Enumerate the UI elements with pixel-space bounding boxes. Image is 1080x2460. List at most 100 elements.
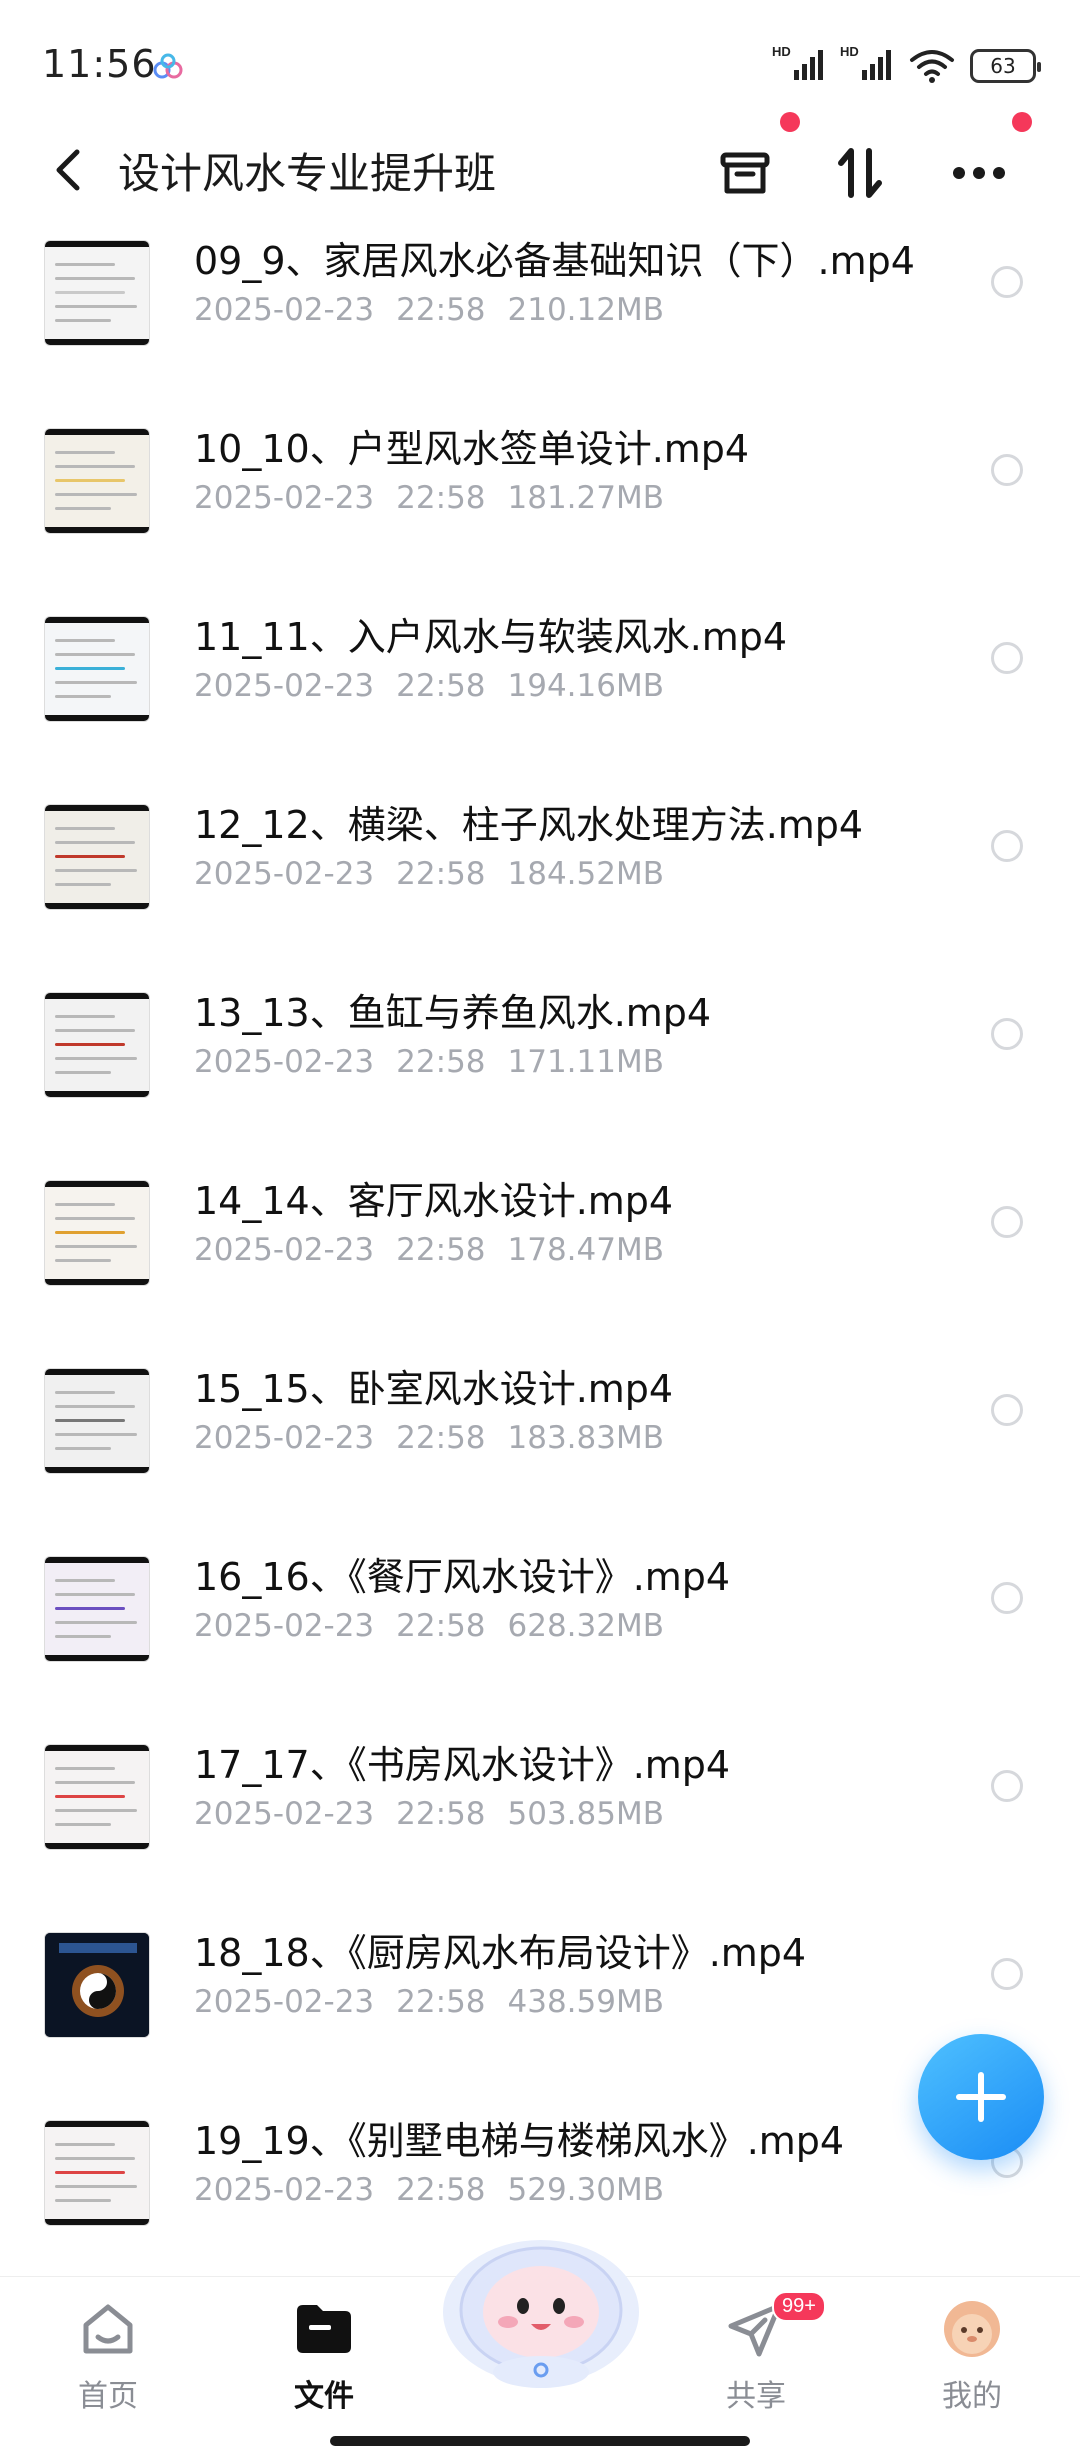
home-indicator[interactable] bbox=[330, 2436, 750, 2446]
file-size: 171.11MB bbox=[507, 1044, 664, 1080]
add-button[interactable] bbox=[918, 2034, 1044, 2160]
select-checkbox[interactable] bbox=[991, 830, 1023, 862]
file-row[interactable]: 10_10、户型风水签单设计.mp4 2025-02-23 22:58 181.27… bbox=[0, 408, 1080, 596]
file-size: 181.27MB bbox=[507, 480, 664, 516]
file-size: 628.32MB bbox=[507, 1608, 664, 1644]
select-checkbox[interactable] bbox=[991, 266, 1023, 298]
sort-icon bbox=[838, 148, 882, 198]
file-size: 438.59MB bbox=[507, 1984, 664, 2020]
file-meta: 2025-02-23 22:58 178.47MB bbox=[194, 1232, 686, 1268]
wifi-icon bbox=[910, 50, 954, 83]
more-icon bbox=[953, 167, 1005, 179]
file-name: 09_9、家居风水必备基础知识（下）.mp4 bbox=[194, 239, 915, 283]
file-name: 12_12、横梁、柱子风水处理方法.mp4 bbox=[194, 803, 864, 847]
nav-label-files: 文件 bbox=[294, 2379, 354, 2414]
archive-box-icon bbox=[720, 152, 770, 194]
status-bar: 11:56 HD HD 63 bbox=[0, 0, 1080, 140]
file-name: 13_13、鱼缸与养鱼风水.mp4 bbox=[194, 991, 712, 1035]
file-row[interactable]: 11_11、入户风水与软装风水.mp4 2025-02-23 22:58 194.1… bbox=[0, 596, 1080, 784]
file-date: 2025-02-23 bbox=[194, 856, 375, 892]
archive-button[interactable] bbox=[710, 138, 780, 208]
video-thumbnail bbox=[44, 616, 150, 722]
file-row[interactable]: 09_9、家居风水必备基础知识（下）.mp4 2025-02-23 22:58 21… bbox=[0, 220, 1080, 408]
cell-signal-icon: HD bbox=[840, 44, 894, 86]
plus-icon bbox=[956, 2072, 1006, 2122]
file-meta: 2025-02-23 22:58 181.27MB bbox=[194, 480, 686, 516]
nav-files[interactable]: 文件 bbox=[254, 2297, 394, 2417]
select-checkbox[interactable] bbox=[991, 454, 1023, 486]
file-meta: 2025-02-23 22:58 171.11MB bbox=[194, 1044, 686, 1080]
file-date: 2025-02-23 bbox=[194, 1984, 375, 2020]
file-time: 22:58 bbox=[396, 668, 486, 704]
video-thumbnail bbox=[44, 804, 150, 910]
header-bar: 设计风水专业提升班 bbox=[0, 112, 1080, 220]
file-row[interactable]: 16_16、《餐厅风水设计》.mp4 2025-02-23 22:58 628.32… bbox=[0, 1536, 1080, 1724]
file-browser-screen: 11:56 HD HD 63 设计风水专业提升班 09_9、家居风水必备基础知识… bbox=[0, 0, 1080, 2460]
video-thumbnail bbox=[44, 1180, 150, 1286]
file-name: 15_15、卧室风水设计.mp4 bbox=[194, 1367, 674, 1411]
file-date: 2025-02-23 bbox=[194, 292, 375, 328]
video-thumbnail bbox=[44, 992, 150, 1098]
notification-dot bbox=[780, 112, 800, 132]
video-thumbnail bbox=[44, 1744, 150, 1850]
select-checkbox[interactable] bbox=[991, 1018, 1023, 1050]
file-time: 22:58 bbox=[396, 1984, 486, 2020]
file-row[interactable]: 13_13、鱼缸与养鱼风水.mp4 2025-02-23 22:58 171.11M… bbox=[0, 972, 1080, 1160]
file-size: 210.12MB bbox=[507, 292, 664, 328]
notification-dot bbox=[1012, 112, 1032, 132]
cell-signal-icon: HD bbox=[772, 44, 826, 86]
file-meta: 2025-02-23 22:58 183.83MB bbox=[194, 1420, 686, 1456]
file-time: 22:58 bbox=[396, 1608, 486, 1644]
select-checkbox[interactable] bbox=[991, 1394, 1023, 1426]
nav-label-home: 首页 bbox=[78, 2379, 138, 2414]
select-checkbox[interactable] bbox=[991, 1582, 1023, 1614]
home-icon bbox=[76, 2297, 140, 2361]
file-size: 194.16MB bbox=[507, 668, 664, 704]
file-size: 503.85MB bbox=[507, 1796, 664, 1832]
file-date: 2025-02-23 bbox=[194, 2172, 375, 2208]
file-date: 2025-02-23 bbox=[194, 1044, 375, 1080]
file-date: 2025-02-23 bbox=[194, 1608, 375, 1644]
select-checkbox[interactable] bbox=[991, 1206, 1023, 1238]
share-badge: 99+ bbox=[772, 2291, 826, 2322]
file-time: 22:58 bbox=[396, 856, 486, 892]
file-name: 16_16、《餐厅风水设计》.mp4 bbox=[194, 1555, 731, 1599]
nav-home[interactable]: 首页 bbox=[38, 2297, 178, 2417]
back-button[interactable] bbox=[40, 142, 96, 198]
file-time: 22:58 bbox=[396, 2172, 486, 2208]
file-row[interactable]: 18_18、《厨房风水布局设计》.mp4 2025-02-23 22:58 438.… bbox=[0, 1912, 1080, 2100]
app-notification-icon bbox=[153, 53, 183, 79]
file-name: 11_11、入户风水与软装风水.mp4 bbox=[194, 615, 788, 659]
file-row[interactable]: 12_12、横梁、柱子风水处理方法.mp4 2025-02-23 22:58 184… bbox=[0, 784, 1080, 972]
chevron-left-icon bbox=[56, 149, 80, 191]
more-button[interactable] bbox=[944, 138, 1014, 208]
file-row[interactable]: 17_17、《书房风水设计》.mp4 2025-02-23 22:58 503.85… bbox=[0, 1724, 1080, 1912]
video-thumbnail bbox=[44, 1556, 150, 1662]
nav-share[interactable]: 99+ 共享 bbox=[686, 2291, 826, 2417]
sort-button[interactable] bbox=[826, 138, 896, 208]
page-title: 设计风水专业提升班 bbox=[118, 149, 497, 198]
file-time: 22:58 bbox=[396, 292, 486, 328]
file-meta: 2025-02-23 22:58 194.16MB bbox=[194, 668, 686, 704]
mascot-icon[interactable] bbox=[438, 2220, 644, 2390]
file-row[interactable]: 15_15、卧室风水设计.mp4 2025-02-23 22:58 183.83MB bbox=[0, 1348, 1080, 1536]
nav-label-share: 共享 bbox=[726, 2379, 786, 2414]
file-name: 10_10、户型风水签单设计.mp4 bbox=[194, 427, 750, 471]
select-checkbox[interactable] bbox=[991, 1958, 1023, 1990]
select-checkbox[interactable] bbox=[991, 1770, 1023, 1802]
select-checkbox[interactable] bbox=[991, 642, 1023, 674]
file-time: 22:58 bbox=[396, 1044, 486, 1080]
file-meta: 2025-02-23 22:58 503.85MB bbox=[194, 1796, 686, 1832]
file-name: 19_19、《别墅电梯与楼梯风水》.mp4 bbox=[194, 2119, 845, 2163]
file-meta: 2025-02-23 22:58 529.30MB bbox=[194, 2172, 686, 2208]
video-thumbnail bbox=[44, 240, 150, 346]
file-date: 2025-02-23 bbox=[194, 668, 375, 704]
nav-profile[interactable]: 我的 bbox=[902, 2297, 1042, 2417]
folder-icon bbox=[292, 2297, 356, 2361]
file-row[interactable]: 14_14、客厅风水设计.mp4 2025-02-23 22:58 178.47MB bbox=[0, 1160, 1080, 1348]
file-time: 22:58 bbox=[396, 480, 486, 516]
file-meta: 2025-02-23 22:58 210.12MB bbox=[194, 292, 686, 328]
file-date: 2025-02-23 bbox=[194, 1232, 375, 1268]
file-size: 183.83MB bbox=[507, 1420, 664, 1456]
file-name: 14_14、客厅风水设计.mp4 bbox=[194, 1179, 674, 1223]
